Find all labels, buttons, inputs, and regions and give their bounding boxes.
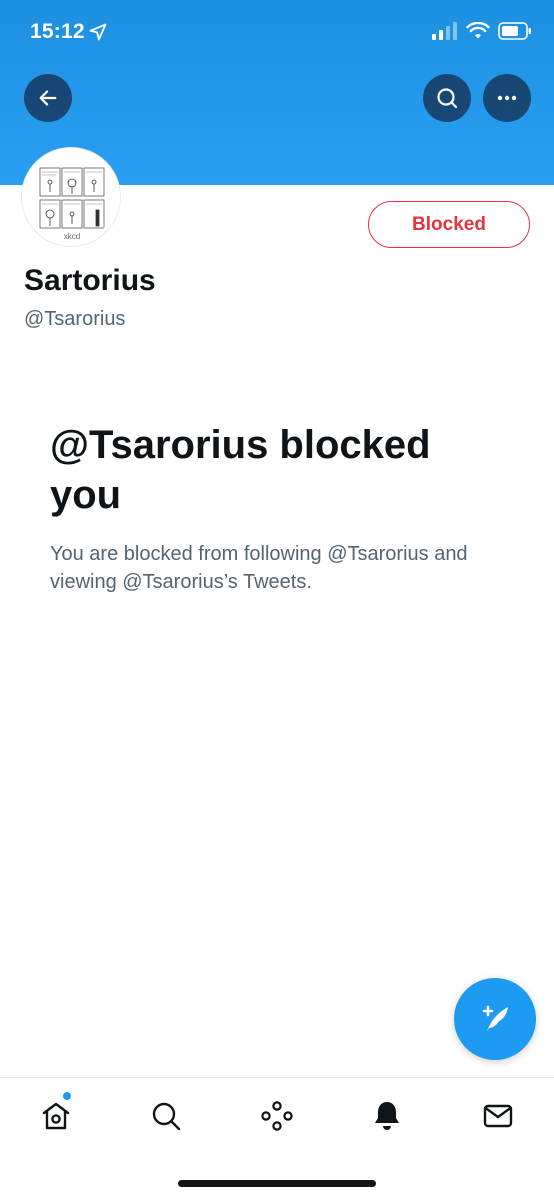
home-indicator[interactable] <box>178 1180 376 1187</box>
tab-notifications[interactable] <box>367 1096 407 1136</box>
avatar-caption: xkcd <box>64 232 80 241</box>
search-button[interactable] <box>423 74 471 122</box>
blocked-button[interactable]: Blocked <box>368 201 530 248</box>
profile-display-name: Sartorius <box>24 264 156 297</box>
location-arrow-icon <box>89 23 107 41</box>
comic-avatar-image: xkcd <box>26 152 116 242</box>
mail-icon <box>483 1104 513 1128</box>
tab-messages[interactable] <box>478 1096 518 1136</box>
tab-spaces[interactable] <box>257 1096 297 1136</box>
back-button[interactable] <box>24 74 72 122</box>
signal-icon <box>432 22 457 40</box>
compose-tweet-icon <box>482 1005 508 1031</box>
blocked-notice-title: @Tsarorius blocked you <box>50 423 431 517</box>
tab-home[interactable] <box>36 1096 76 1136</box>
arrow-left-icon <box>39 90 57 106</box>
tab-search[interactable] <box>146 1096 186 1136</box>
home-icon <box>42 1102 70 1130</box>
more-dots-icon <box>497 95 517 101</box>
compose-tweet-button[interactable] <box>454 978 536 1060</box>
bell-icon <box>375 1102 399 1130</box>
profile-handle: @Tsarorius <box>24 308 126 330</box>
search-icon <box>437 88 458 109</box>
search-icon <box>152 1102 181 1131</box>
more-options-button[interactable] <box>483 74 531 122</box>
battery-icon <box>498 22 531 40</box>
status-bar: 15:12 <box>0 0 554 64</box>
status-time: 15:12 <box>30 20 85 43</box>
wifi-icon <box>466 22 490 39</box>
avatar[interactable]: xkcd <box>22 148 120 246</box>
home-badge-dot <box>62 1091 72 1101</box>
spaces-icon <box>261 1101 293 1131</box>
status-indicators <box>432 22 532 40</box>
blocked-notice-description: You are blocked from following @Tsaroriu… <box>50 543 468 593</box>
